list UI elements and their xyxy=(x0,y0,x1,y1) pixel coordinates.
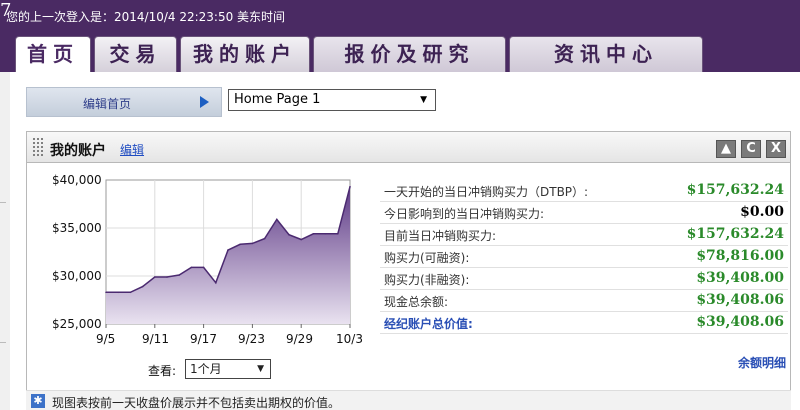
strip-mark xyxy=(0,202,6,203)
balance-row: 一天开始的当日冲销购买力（DTBP）: $157,632.24 xyxy=(380,180,788,202)
edit-home-label: 编辑首页 xyxy=(83,97,132,111)
dropdown-caret-icon: ▼ xyxy=(420,95,427,105)
x-tick-label: 9/29 xyxy=(286,332,313,346)
chart-footnote: ✱ 现图表按前一天收盘价展示并不包括卖出期权的价值。 xyxy=(26,390,791,410)
refresh-icon[interactable]: C xyxy=(741,140,761,158)
balance-label: 今日影响到的当日冲销购买力: xyxy=(384,207,545,221)
view-range-value: 1个月 xyxy=(190,362,222,376)
play-arrow-icon xyxy=(200,96,209,108)
x-tick-label: 10/3 xyxy=(336,332,363,346)
balance-detail-link[interactable]: 余额明细 xyxy=(738,354,786,371)
tab-my-account[interactable]: 我的账户 xyxy=(180,36,310,72)
home-page-select-value: Home Page 1 xyxy=(234,92,321,107)
balance-row: 目前当日冲销购买力: $157,632.24 xyxy=(380,224,788,246)
balance-value: $78,816.00 xyxy=(696,248,784,264)
balance-value: $39,408.06 xyxy=(696,292,784,308)
footnote-text: 现图表按前一天收盘价展示并不包括卖出期权的价值。 xyxy=(52,396,341,410)
balance-list: 一天开始的当日冲销购买力（DTBP）: $157,632.24 今日影响到的当日… xyxy=(380,180,788,334)
balance-label: 现金总余额: xyxy=(384,295,449,309)
x-tick-label: 9/23 xyxy=(238,332,265,346)
balance-row-total[interactable]: 经纪账户总价值: $39,408.06 xyxy=(380,312,788,334)
edit-home-button[interactable]: 编辑首页 xyxy=(26,87,222,117)
last-login-text: 您的上一次登入是：2014/10/4 22:23:50 美东时间 xyxy=(6,10,286,24)
view-range-select[interactable]: 1个月 ▼ xyxy=(185,359,271,379)
balance-row: 现金总余额: $39,408.06 xyxy=(380,290,788,312)
close-icon[interactable]: X xyxy=(766,140,786,158)
tab-news-center[interactable]: 资讯中心 xyxy=(509,36,703,72)
asterisk-icon: ✱ xyxy=(31,394,45,408)
strip-mark xyxy=(0,342,6,343)
tab-trade[interactable]: 交易 xyxy=(94,36,177,72)
drag-grip-icon[interactable] xyxy=(32,137,44,157)
tab-quotes-research[interactable]: 报价及研究 xyxy=(313,36,506,72)
balance-value: $0.00 xyxy=(740,204,784,220)
view-label: 查看: xyxy=(148,364,177,378)
balance-value: $157,632.24 xyxy=(686,226,784,242)
balance-label[interactable]: 经纪账户总价值: xyxy=(384,315,473,332)
home-page-select[interactable]: Home Page 1 ▼ xyxy=(228,89,436,111)
collapse-up-icon[interactable]: ▲ xyxy=(716,140,736,158)
balance-value: $157,632.24 xyxy=(686,182,784,198)
balance-value: $39,408.06 xyxy=(696,314,784,330)
balance-label: 目前当日冲销购买力: xyxy=(384,229,497,243)
balance-row: 今日影响到的当日冲销购买力: $0.00 xyxy=(380,202,788,224)
tab-home[interactable]: 首页 xyxy=(15,36,91,73)
balance-label: 购买力(非融资): xyxy=(384,273,470,287)
x-tick-label: 9/11 xyxy=(142,332,169,346)
panel-title: 我的账户 xyxy=(50,143,106,159)
dropdown-caret-icon: ▼ xyxy=(257,364,264,374)
x-tick-label: 9/5 xyxy=(96,332,116,346)
balance-row: 购买力(非融资): $39,408.00 xyxy=(380,268,788,290)
balance-label: 一天开始的当日冲销购买力（DTBP）: xyxy=(384,185,589,199)
balance-row: 购买力(可融资): $78,816.00 xyxy=(380,246,788,268)
panel-edit-link[interactable]: 编辑 xyxy=(120,141,144,158)
top-bar: 7 您的上一次登入是：2014/10/4 22:23:50 美东时间 xyxy=(0,0,800,34)
left-strip xyxy=(0,72,10,410)
balance-label: 购买力(可融资): xyxy=(384,251,470,265)
x-tick-label: 9/17 xyxy=(190,332,217,346)
balance-value: $39,408.00 xyxy=(696,270,784,286)
